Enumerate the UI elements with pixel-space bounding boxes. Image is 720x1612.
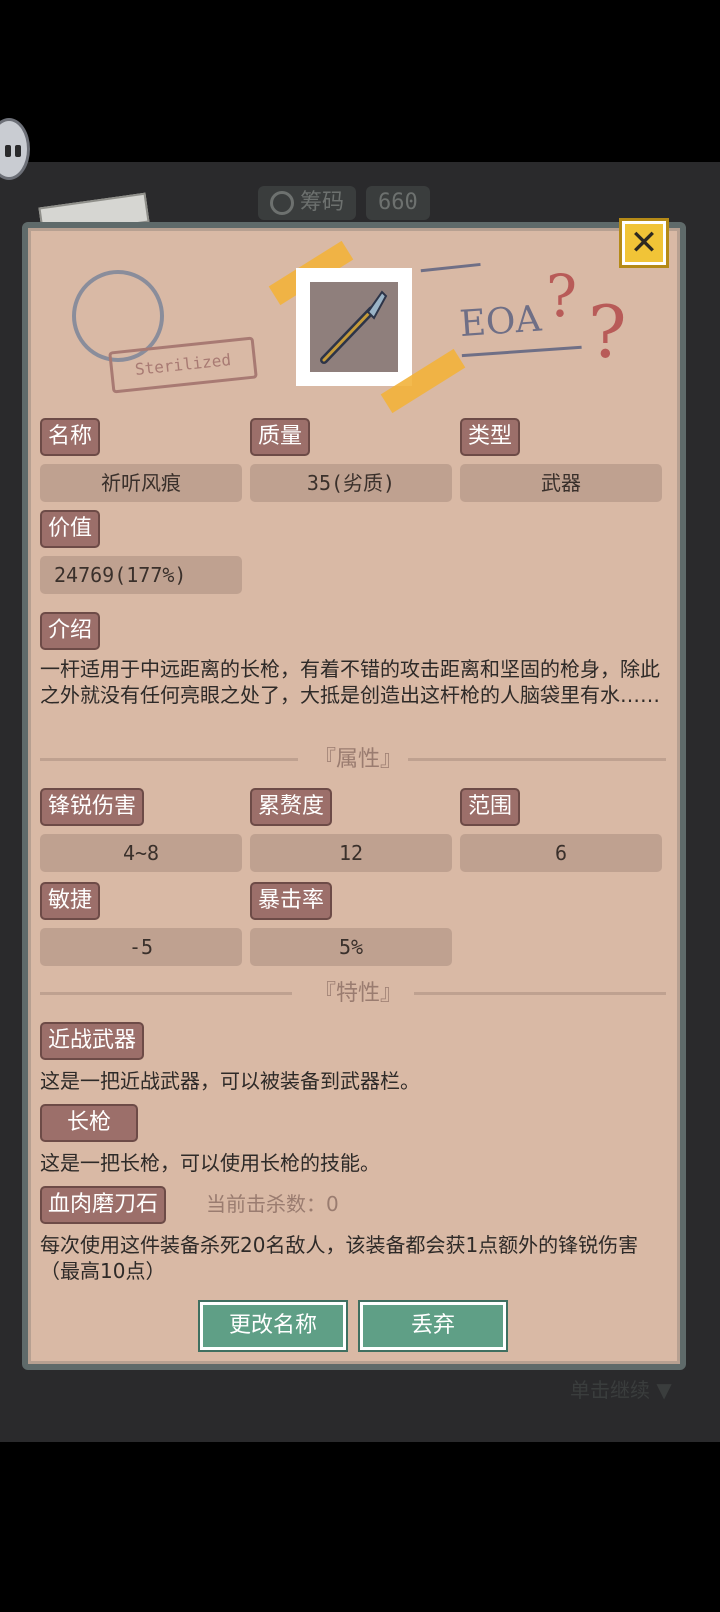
attr-label: 锋锐伤害 — [40, 788, 145, 826]
chevron-down-icon: ▼ — [656, 1378, 672, 1402]
quality-label: 质量 — [250, 418, 311, 456]
intro-text: 一杆适用于中远距离的长枪，有着不错的攻击距离和坚固的枪身，除此之外就没有任何亮眼… — [40, 657, 660, 707]
currency-chip: 筹码 — [258, 186, 357, 220]
coin-icon — [270, 191, 294, 215]
attr-label: 累赘度 — [250, 788, 333, 826]
currency-bar: 筹码 660 — [258, 186, 430, 220]
name-value: 祈听风痕 — [40, 464, 242, 502]
trait-desc: 这是一把长枪，可以使用长枪的技能。 — [40, 1151, 380, 1175]
item-icon-frame — [296, 268, 412, 386]
trait-desc: 每次使用这件装备杀死20名敌人，该装备都会获1点额外的锋锐伤害（最高10点） — [40, 1233, 639, 1283]
quality-value: 35(劣质) — [250, 464, 452, 502]
intro-label: 介绍 — [40, 612, 101, 650]
trait-label: 近战武器 — [40, 1022, 145, 1060]
value-value: 24769(177%) — [40, 556, 242, 594]
attributes-divider — [40, 758, 298, 761]
attr-label: 敏捷 — [40, 882, 101, 920]
currency-label: 筹码 — [300, 190, 345, 215]
trait-label: 血肉磨刀石 — [40, 1186, 167, 1224]
spear-icon — [310, 282, 398, 372]
type-value: 武器 — [460, 464, 662, 502]
attr-value: 12 — [250, 834, 452, 872]
continue-hint[interactable]: 单击继续 ▼ — [570, 1374, 672, 1403]
question-mark-icon: ? — [546, 262, 578, 330]
trait-label: 长枪 — [40, 1104, 138, 1142]
attr-value: 4~8 — [40, 834, 242, 872]
discard-button[interactable]: 丢弃 — [358, 1300, 508, 1352]
close-button[interactable]: ✕ — [619, 218, 669, 268]
attr-value: 6 — [460, 834, 662, 872]
attr-value: -5 — [40, 928, 242, 966]
traits-divider — [40, 992, 292, 995]
trait-desc: 这是一把近战武器，可以被装备到武器栏。 — [40, 1069, 420, 1093]
question-mark-icon: ? — [588, 290, 627, 374]
kill-count: 当前击杀数：0 — [206, 1192, 339, 1216]
attr-label: 范围 — [460, 788, 521, 826]
traits-title: 『特性』 — [314, 981, 403, 1006]
traits-divider — [414, 992, 666, 995]
attributes-divider — [408, 758, 666, 761]
attr-label: 暴击率 — [250, 882, 333, 920]
type-label: 类型 — [460, 418, 521, 456]
currency-value: 660 — [366, 186, 430, 220]
rename-button[interactable]: 更改名称 — [198, 1300, 348, 1352]
attr-value: 5% — [250, 928, 452, 966]
value-label: 价值 — [40, 510, 101, 548]
attributes-title: 『属性』 — [314, 747, 403, 772]
name-label: 名称 — [40, 418, 101, 456]
